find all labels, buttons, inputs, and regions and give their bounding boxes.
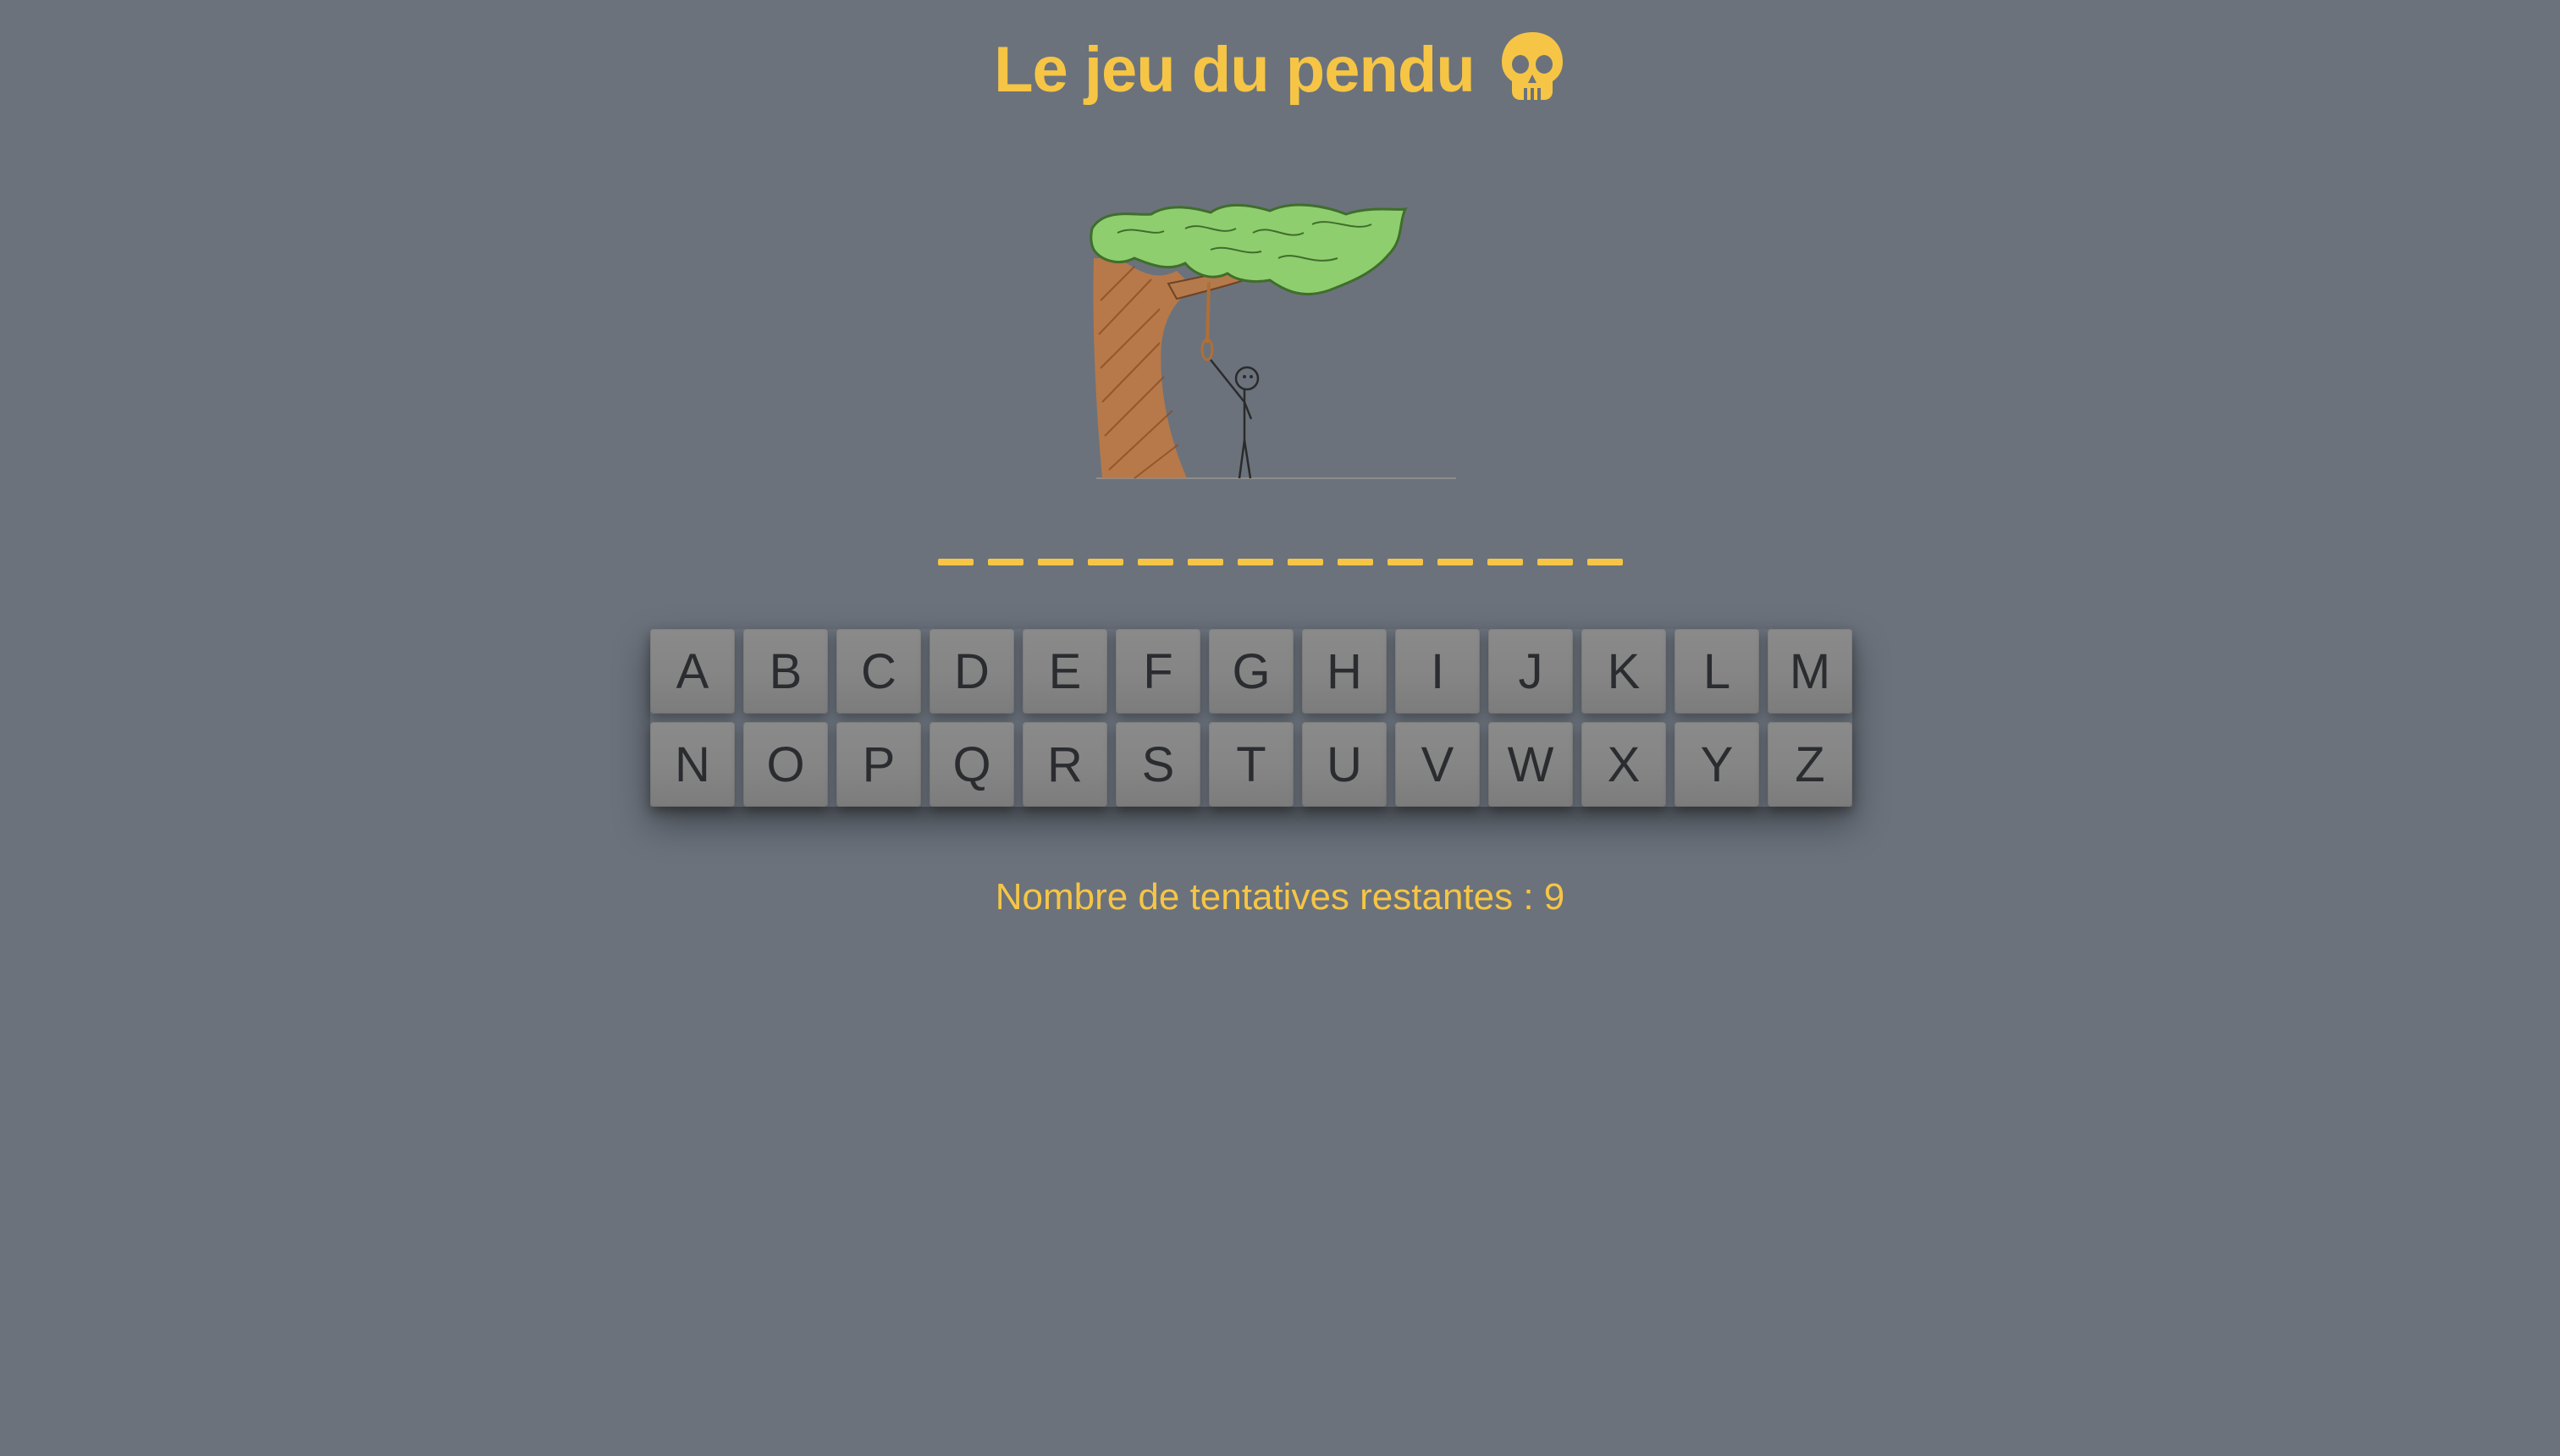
letter-slot (1337, 559, 1373, 565)
skull-icon (1501, 32, 1563, 100)
letter-key-j[interactable]: J (1488, 629, 1573, 714)
letter-key-b[interactable]: B (743, 629, 828, 714)
title-text: Le jeu du pendu (994, 34, 1476, 106)
attempts-remaining-text: Nombre de tentatives restantes : 9 (995, 876, 1565, 918)
letter-slot (1487, 559, 1523, 565)
letter-key-u[interactable]: U (1302, 722, 1387, 807)
noose-rope (1206, 281, 1211, 344)
letter-slot (937, 559, 974, 565)
letter-key-t[interactable]: T (1209, 722, 1294, 807)
letter-slot (1287, 559, 1323, 565)
letter-slot (1437, 559, 1473, 565)
letter-keyboard: ABCDEFGHIJKLM NOPQRSTUVWXYZ (650, 629, 1852, 807)
letter-key-e[interactable]: E (1023, 629, 1107, 714)
letter-key-k[interactable]: K (1581, 629, 1666, 714)
letter-key-n[interactable]: N (650, 722, 735, 807)
hidden-word (0, 559, 2560, 565)
letter-key-h[interactable]: H (1302, 629, 1387, 714)
letter-key-p[interactable]: P (836, 722, 921, 807)
letter-key-g[interactable]: G (1209, 629, 1294, 714)
letter-slot (1387, 559, 1423, 565)
letter-key-z[interactable]: Z (1768, 722, 1852, 807)
letter-key-a[interactable]: A (650, 629, 735, 714)
letter-slot (1187, 559, 1223, 565)
letter-key-l[interactable]: L (1674, 629, 1759, 714)
letter-key-w[interactable]: W (1488, 722, 1573, 807)
letter-slot (1137, 559, 1173, 565)
letter-key-y[interactable]: Y (1674, 722, 1759, 807)
letter-key-r[interactable]: R (1023, 722, 1107, 807)
letter-key-i[interactable]: I (1395, 629, 1480, 714)
letter-key-v[interactable]: V (1395, 722, 1480, 807)
letter-slot (987, 559, 1023, 565)
hangman-tree-illustration (1090, 203, 1456, 479)
letter-key-d[interactable]: D (930, 629, 1014, 714)
letter-slot (1586, 559, 1623, 565)
letter-slot (1237, 559, 1273, 565)
letter-key-f[interactable]: F (1116, 629, 1200, 714)
letter-key-x[interactable]: X (1581, 722, 1666, 807)
hangman-page: Le jeu du pendu A B C D E F G H I J K L … (0, 0, 2560, 1456)
letter-key-c[interactable]: C (836, 629, 921, 714)
page-title: Le jeu du pendu (0, 30, 2560, 109)
letter-slot (1037, 559, 1073, 565)
letter-key-m[interactable]: M (1768, 629, 1852, 714)
letter-key-q[interactable]: Q (930, 722, 1014, 807)
letter-slot (1537, 559, 1573, 565)
letter-slot (1087, 559, 1123, 565)
letter-key-s[interactable]: S (1116, 722, 1200, 807)
letter-key-o[interactable]: O (743, 722, 828, 807)
